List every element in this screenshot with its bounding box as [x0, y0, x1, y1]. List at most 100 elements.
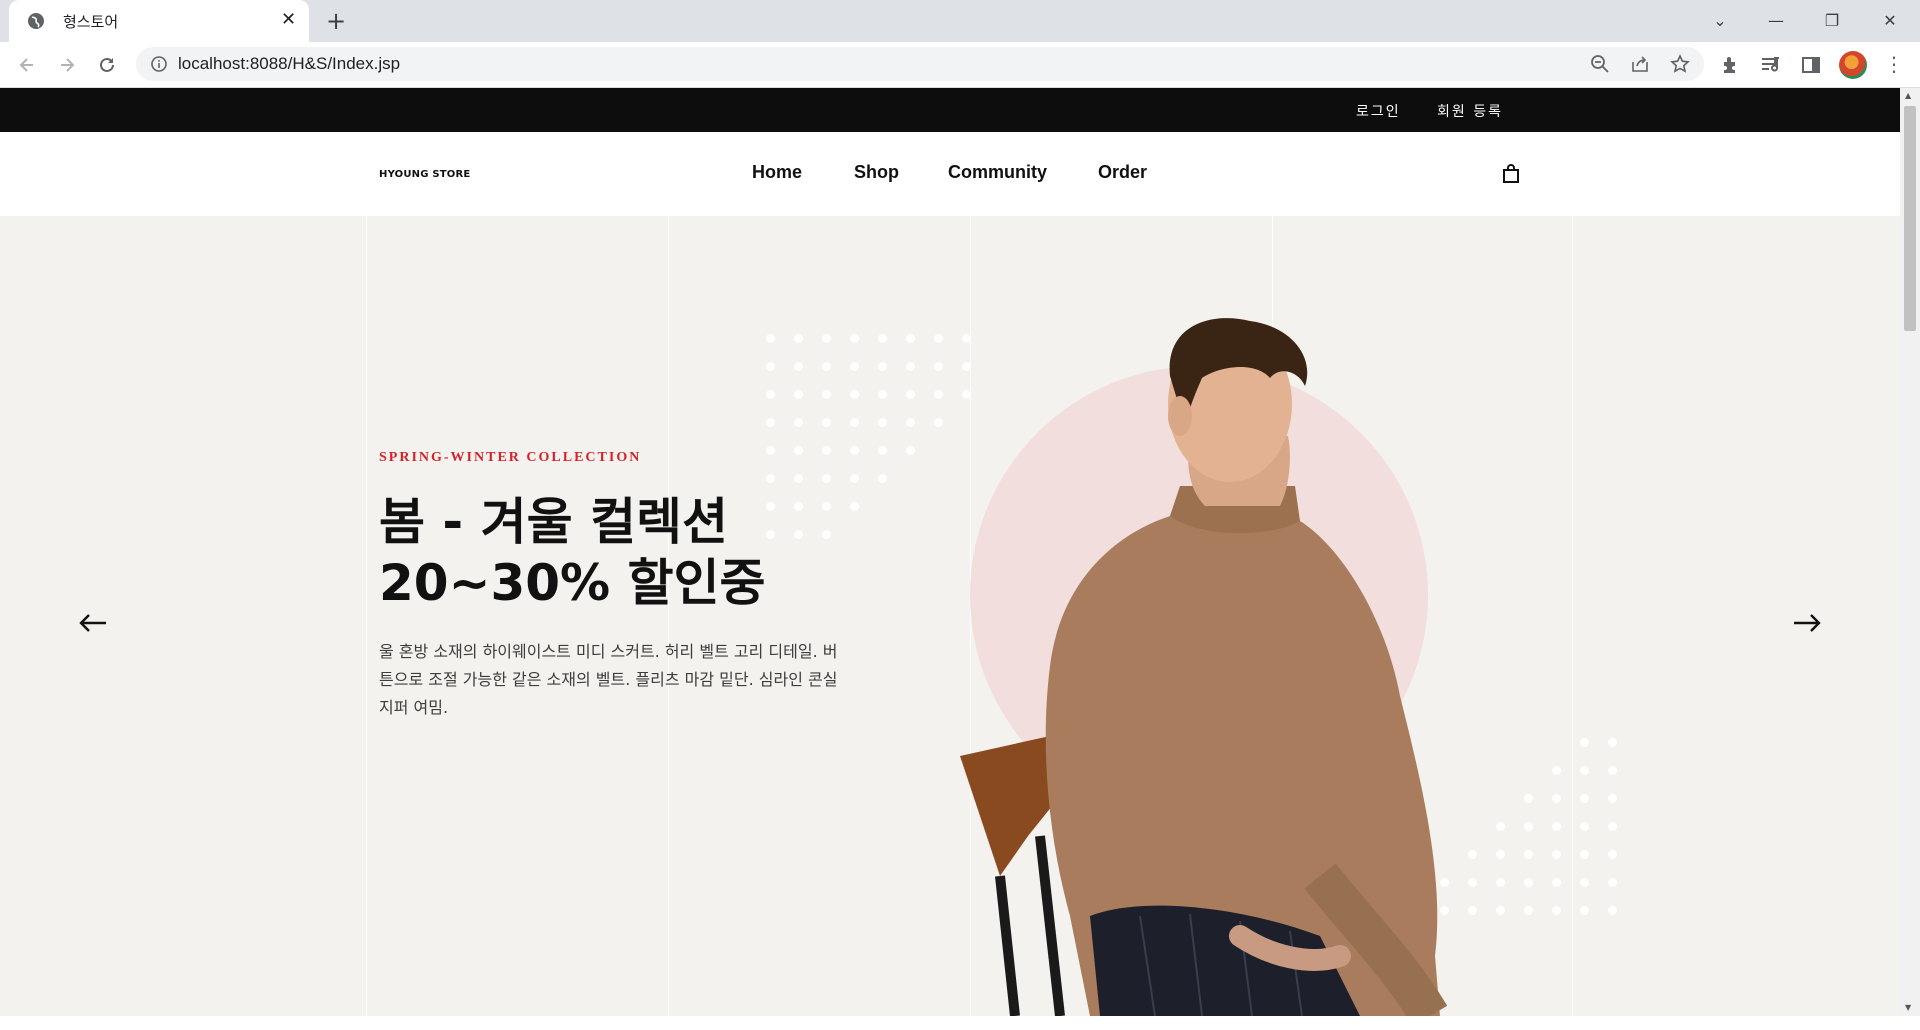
- decorative-dot: [822, 362, 831, 371]
- decorative-dot: [1552, 878, 1561, 887]
- decorative-dot: [822, 390, 831, 399]
- decorative-dot: [878, 474, 887, 483]
- decorative-dot: [1608, 822, 1617, 831]
- decorative-dot: [850, 474, 859, 483]
- browser-tab[interactable]: 형스토어 ✕: [9, 0, 309, 42]
- decorative-dot: [766, 530, 775, 539]
- hero-slider: SPRING-WINTER COLLECTION 봄 - 겨울 컬렉션 20~3…: [0, 216, 1900, 1016]
- decorative-dot: [878, 334, 887, 343]
- decorative-dot: [1608, 738, 1617, 747]
- hero-headline-line1: 봄 - 겨울 컬렉션: [379, 493, 728, 551]
- tab-title: 형스토어: [63, 13, 119, 31]
- decorative-dot: [1608, 850, 1617, 859]
- decorative-dot: [850, 362, 859, 371]
- arrow-right-icon[interactable]: [1790, 606, 1824, 640]
- decorative-dot: [906, 418, 915, 427]
- url-text[interactable]: localhost:8088/H&S/Index.jsp: [178, 54, 400, 74]
- decorative-dot: [794, 362, 803, 371]
- decorative-dot: [906, 446, 915, 455]
- share-icon[interactable]: [1630, 54, 1650, 74]
- login-link[interactable]: 로그인: [1356, 101, 1401, 121]
- nav-home[interactable]: Home: [752, 162, 802, 183]
- scrollbar-thumb[interactable]: [1904, 106, 1916, 331]
- grid-line: [366, 216, 367, 1016]
- reload-icon[interactable]: [93, 51, 121, 79]
- decorative-dot: [794, 474, 803, 483]
- decorative-dot: [1552, 822, 1561, 831]
- decorative-dot: [906, 362, 915, 371]
- decorative-dot: [822, 334, 831, 343]
- hero-description: 울 혼방 소재의 하이웨이스트 미디 스커트. 허리 벨트 고리 디테일. 버튼…: [379, 642, 838, 717]
- scroll-up-icon[interactable]: ▲: [1905, 91, 1911, 100]
- new-tab-button[interactable]: +: [326, 8, 346, 34]
- decorative-dot: [878, 446, 887, 455]
- decorative-dot: [766, 502, 775, 511]
- restore-button[interactable]: ❐: [1804, 0, 1860, 40]
- arrow-left-icon[interactable]: [76, 606, 110, 640]
- grid-line: [668, 216, 669, 1016]
- decorative-dot: [878, 418, 887, 427]
- page-scrollbar[interactable]: ▲ ▼: [1900, 88, 1920, 1016]
- media-icon[interactable]: [1759, 53, 1783, 77]
- decorative-dot: [850, 334, 859, 343]
- nav-community[interactable]: Community: [948, 162, 1047, 183]
- decorative-dot: [1608, 878, 1617, 887]
- register-link[interactable]: 회원 등록: [1437, 101, 1503, 121]
- model-image: [960, 318, 1448, 1016]
- profile-avatar[interactable]: [1839, 51, 1867, 79]
- nav-shop[interactable]: Shop: [854, 162, 899, 183]
- decorative-dot: [850, 390, 859, 399]
- decorative-dot: [1552, 906, 1561, 915]
- decorative-dot: [794, 334, 803, 343]
- sidepanel-icon[interactable]: [1799, 53, 1823, 77]
- decorative-dot: [1580, 766, 1589, 775]
- star-icon[interactable]: [1670, 54, 1690, 74]
- browser-menu-icon[interactable]: ⋮: [1884, 53, 1904, 75]
- forward-icon[interactable]: [53, 51, 81, 79]
- decorative-dot: [1580, 738, 1589, 747]
- browser-toolbar: localhost:8088/H&S/Index.jsp ⋮: [0, 42, 1920, 88]
- decorative-dot: [1608, 794, 1617, 803]
- hero-headline: 봄 - 겨울 컬렉션 20~30% 할인중: [379, 492, 766, 614]
- minimize-button[interactable]: —: [1748, 0, 1804, 40]
- top-bar: 로그인 회원 등록: [0, 88, 1900, 132]
- decorative-dot: [766, 418, 775, 427]
- close-window-button[interactable]: ✕: [1862, 0, 1918, 40]
- decorative-dot: [766, 446, 775, 455]
- decorative-dot: [906, 390, 915, 399]
- grid-line: [1572, 216, 1573, 1016]
- zoom-icon[interactable]: [1590, 54, 1610, 74]
- bottom-edge: [0, 1016, 1920, 1030]
- shopping-bag-icon[interactable]: [1502, 164, 1520, 184]
- address-bar[interactable]: localhost:8088/H&S/Index.jsp: [136, 47, 1704, 81]
- decorative-dot: [1580, 850, 1589, 859]
- back-icon[interactable]: [13, 51, 41, 79]
- page-viewport: 로그인 회원 등록 HYOUNG STORE Home Shop Communi…: [0, 88, 1900, 1016]
- extensions-icon[interactable]: [1719, 53, 1743, 77]
- decorative-dot: [1552, 766, 1561, 775]
- decorative-dot: [906, 334, 915, 343]
- decorative-dot: [1552, 794, 1561, 803]
- hero-headline-line2: 20~30% 할인중: [379, 554, 766, 612]
- decorative-dot: [1608, 906, 1617, 915]
- decorative-dot: [794, 446, 803, 455]
- decorative-dot: [878, 390, 887, 399]
- tab-search-icon[interactable]: ⌄: [1692, 0, 1748, 40]
- globe-icon: [26, 11, 46, 31]
- nav-order[interactable]: Order: [1098, 162, 1147, 183]
- hero-subtitle: SPRING-WINTER COLLECTION: [379, 450, 642, 465]
- decorative-dot: [1552, 850, 1561, 859]
- info-icon[interactable]: [150, 55, 168, 73]
- scroll-down-icon[interactable]: ▼: [1905, 1003, 1911, 1012]
- decorative-dot: [766, 334, 775, 343]
- decorative-dot: [1580, 822, 1589, 831]
- decorative-dot: [878, 362, 887, 371]
- decorative-dot: [822, 474, 831, 483]
- tab-close-icon[interactable]: ✕: [281, 10, 296, 30]
- site-logo[interactable]: HYOUNG STORE: [379, 169, 470, 180]
- decorative-dot: [1608, 766, 1617, 775]
- decorative-dot: [766, 474, 775, 483]
- decorative-dot: [766, 390, 775, 399]
- decorative-dot: [1580, 906, 1589, 915]
- decorative-dot: [822, 502, 831, 511]
